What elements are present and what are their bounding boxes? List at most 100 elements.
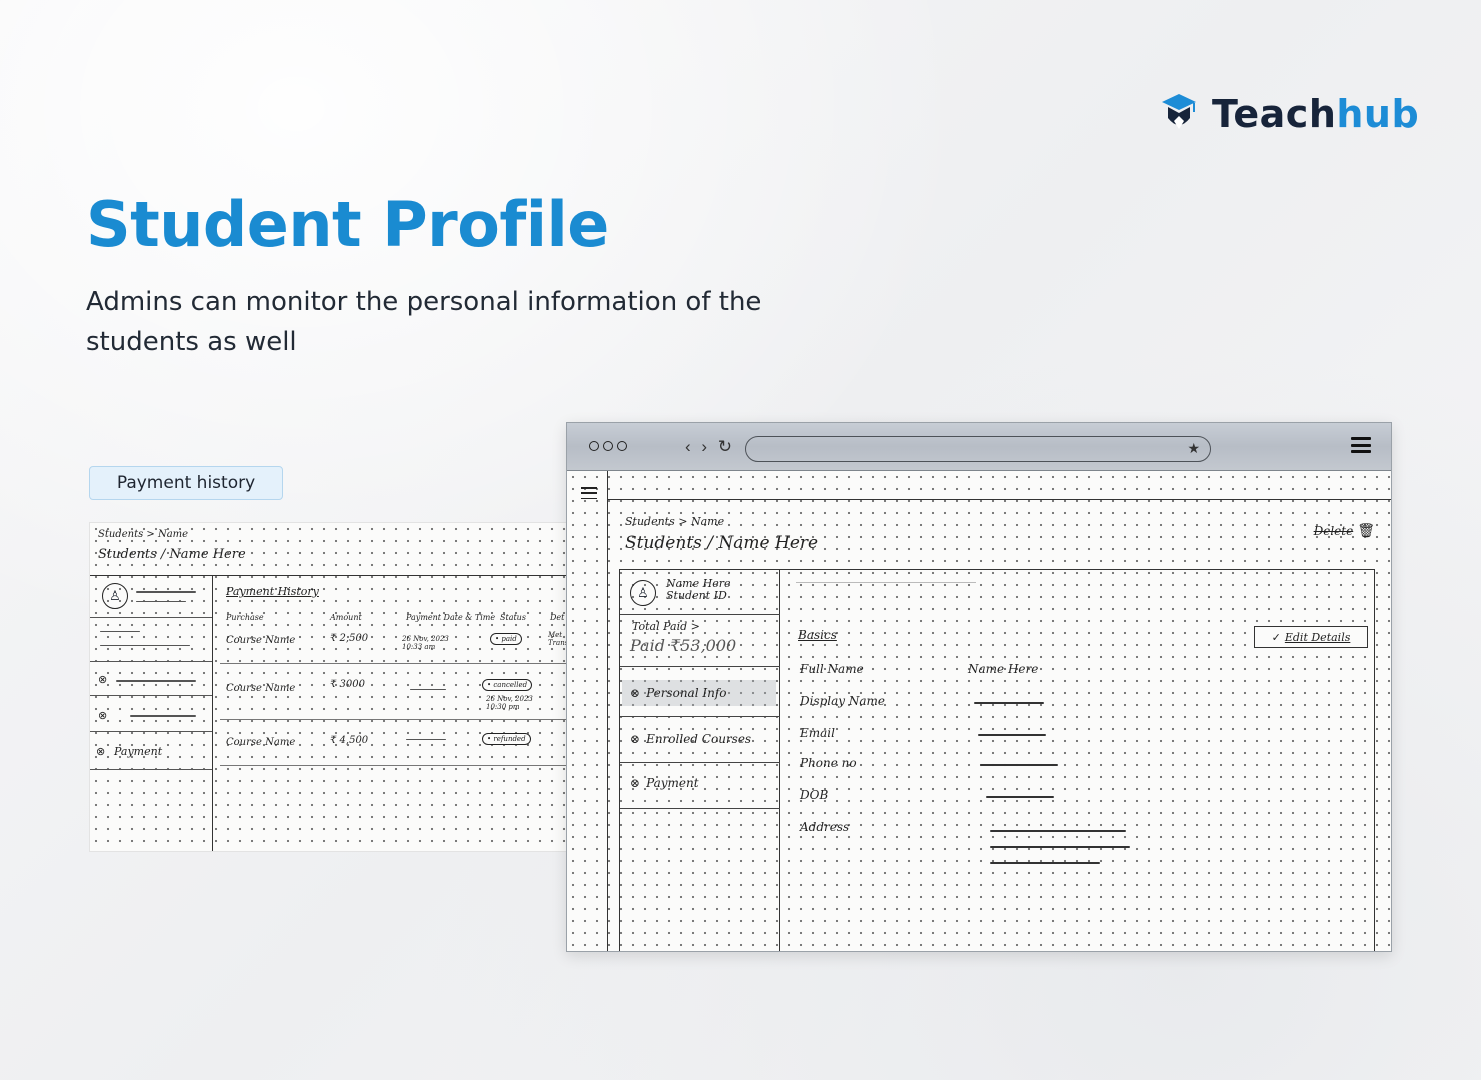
sketch-title: Students / Name Here: [98, 547, 246, 562]
breadcrumb: Students > Name: [98, 529, 189, 540]
window-dot-icon[interactable]: [603, 441, 613, 451]
erased-scribble: [796, 582, 976, 583]
delete-label: Delete: [1313, 524, 1354, 538]
browser-content: Students > Name Students / Name Here Del…: [567, 471, 1391, 951]
column-header: Status: [500, 613, 526, 622]
hamburger-menu-icon[interactable]: [1351, 437, 1371, 453]
scribble-paid: [100, 645, 190, 646]
profile-panel: ♙ Name Here Student ID Total Paid > Paid…: [619, 569, 1375, 951]
window-dot-icon[interactable]: [617, 441, 627, 451]
table-title: Payment History: [226, 585, 319, 598]
x-circle-icon: ⊗: [630, 732, 641, 746]
sidebar-menu-icon[interactable]: [581, 487, 597, 499]
sidebar-item-label: Payment: [646, 776, 699, 790]
nav-arrows-icon[interactable]: ‹ › ↻: [685, 437, 735, 457]
row-divider: [220, 765, 568, 766]
sidebar-item-enrolled-courses[interactable]: ⊗ Enrolled Courses: [630, 732, 751, 746]
payment-history-tag: Payment history: [89, 466, 283, 500]
row-divider: [220, 663, 568, 664]
cell-purchase: Course Name: [226, 635, 296, 646]
payment-history-sketch: Students > Name Students / Name Here ♙ ⊗…: [89, 522, 569, 852]
column-header: Amount: [330, 613, 362, 622]
total-paid-value: Paid ₹53,000: [630, 636, 737, 655]
column-header: Purchase: [226, 613, 264, 622]
field-value-email: [978, 734, 1046, 736]
delete-button[interactable]: Delete 🗑: [1314, 523, 1375, 539]
sidebar-item-payment[interactable]: ⊗ Payment: [630, 776, 699, 790]
scribble-total: [100, 631, 140, 632]
status-badge: • paid: [490, 633, 522, 645]
student-id: Student ID: [666, 589, 727, 602]
page-heading: Students / Name Here: [625, 533, 819, 553]
cell-datetime: 26 Nov, 2023 10:30 pm: [486, 695, 533, 711]
x-circle-icon: ⊗: [630, 686, 641, 700]
edit-details-label: Edit Details: [1284, 630, 1351, 644]
profile-sidebar: ♙ Name Here Student ID Total Paid > Paid…: [620, 570, 780, 951]
field-value-phone: [980, 764, 1058, 766]
check-icon: ✓: [1271, 630, 1281, 644]
field-value-dob: [986, 796, 1054, 798]
sidebar-row-divider: [90, 731, 212, 732]
cell-purchase: Course Name: [226, 683, 296, 694]
edit-details-button[interactable]: ✓ Edit Details: [1254, 626, 1368, 648]
profile-content: Basics ✓ Edit Details Full Name Name Her…: [794, 570, 1374, 951]
x-circle-icon: ⊗: [98, 674, 108, 686]
status-badge: • refunded: [482, 733, 531, 745]
divider: [90, 575, 568, 576]
browser-window-sketch: ‹ › ↻ ★ Students > Name Students / Name …: [566, 422, 1392, 952]
field-value-address-line2: [990, 846, 1130, 848]
sidebar-row-divider: [90, 661, 212, 662]
scribble-datetime: [410, 689, 446, 690]
column-header: Payment Date & Time: [406, 613, 496, 622]
scribble-name: [136, 591, 196, 593]
star-icon[interactable]: ★: [1187, 440, 1200, 457]
field-value-display-name: [974, 702, 1044, 704]
sidebar-item-personal-info[interactable]: ⊗ Personal Info: [622, 680, 776, 706]
sidebar-row-divider: [620, 666, 780, 668]
page-title: Student Profile: [86, 188, 609, 261]
section-basics: Basics: [798, 628, 837, 642]
cell-amount: ₹ 3000: [330, 679, 365, 690]
x-circle-icon: ⊗: [630, 776, 641, 790]
sidebar-row-divider: [620, 808, 780, 810]
row-divider: [220, 719, 568, 720]
teachhub-logo: Teachhub: [1160, 92, 1419, 136]
field-value-address-line1: [990, 830, 1126, 832]
logo-text-teach: Teach: [1212, 92, 1337, 136]
left-rail-divider: [607, 471, 608, 951]
field-label-dob: DOB: [800, 788, 829, 802]
address-bar[interactable]: ★: [745, 436, 1211, 462]
student-name-block: Name Here Student ID: [666, 578, 731, 602]
cell-amount: ₹ 2,500: [330, 633, 369, 644]
status-badge: • cancelled: [482, 679, 533, 691]
sidebar-row-divider: [620, 614, 780, 616]
avatar-icon: ♙: [102, 583, 128, 609]
field-label-email: Email: [800, 726, 835, 740]
sidebar-row-divider: [90, 769, 212, 770]
sidebar-row-divider: [620, 762, 780, 764]
sidebar-divider: [212, 575, 213, 851]
scribble-datetime: [406, 739, 446, 740]
cell-datetime: 26 Nov, 2023 10:33 am: [402, 635, 449, 651]
x-circle-icon: ⊗: [96, 746, 106, 758]
sidebar-row-divider: [620, 716, 780, 718]
sidebar-item-label: Personal Info: [646, 686, 727, 700]
sidebar-row-divider: [90, 695, 212, 696]
sidebar-item-payment[interactable]: Payment: [114, 745, 162, 758]
field-label-address: Address: [800, 820, 850, 834]
graduation-cap-icon: [1162, 94, 1196, 129]
cell-amount: ₹ 4,500: [330, 735, 369, 746]
window-dot-icon[interactable]: [589, 441, 599, 451]
cell-purchase: Course Name: [226, 737, 296, 748]
total-paid-link[interactable]: Total Paid >: [632, 620, 700, 633]
window-controls[interactable]: [589, 441, 627, 451]
field-value-full-name: Name Here: [968, 662, 1039, 676]
field-label-phone: Phone no: [800, 756, 857, 770]
sidebar-item-label: Enrolled Courses: [646, 732, 752, 746]
scribble-item: [130, 715, 196, 717]
browser-toolbar: ‹ › ↻ ★: [567, 423, 1391, 471]
breadcrumb[interactable]: Students > Name: [625, 515, 724, 528]
column-header: Det: [550, 613, 565, 622]
trash-icon: 🗑: [1357, 523, 1375, 539]
avatar-icon: ♙: [630, 580, 656, 606]
